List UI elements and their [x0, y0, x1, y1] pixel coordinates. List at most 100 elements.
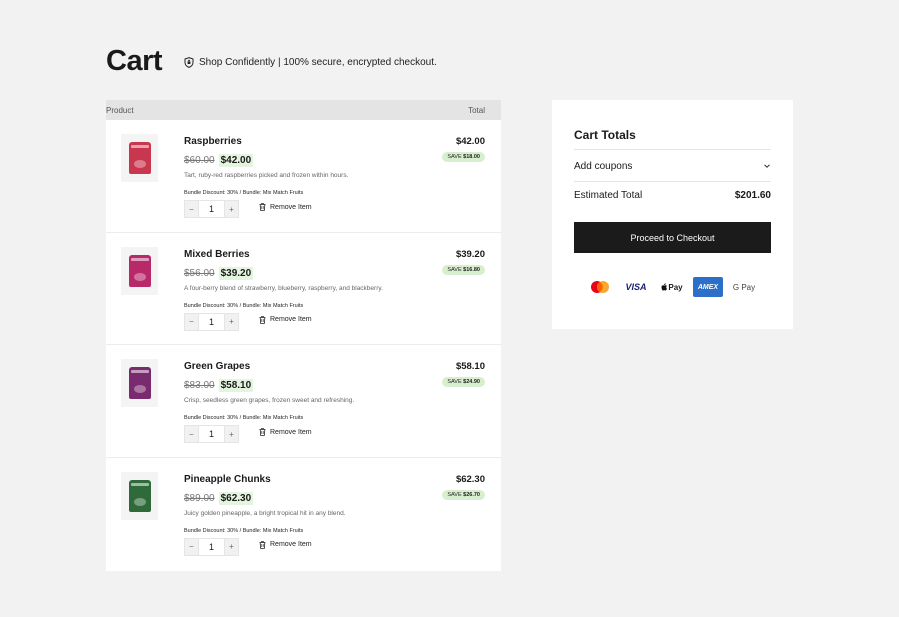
payment-methods: VISA Pay AMEX G Pay [585, 277, 759, 297]
discounted-price: $42.00 [218, 154, 254, 167]
add-coupons-toggle[interactable]: Add coupons [574, 158, 771, 174]
product-description: Juicy golden pineapple, a bright tropica… [184, 509, 346, 517]
product-prices: $89.00 $62.30 [184, 491, 254, 505]
quantity-stepper: − 1 + [184, 537, 239, 556]
savings-badge: SAVE $24.90 [442, 377, 485, 387]
header-total: Total [468, 105, 485, 115]
secure-text: Shop Confidently | 100% secure, encrypte… [199, 56, 437, 68]
product-prices: $60.00 $42.00 [184, 154, 254, 167]
savings-badge: SAVE $26.70 [442, 489, 485, 500]
product-pack-image [128, 479, 151, 512]
estimated-total-label: Estimated Total [574, 190, 643, 201]
divider [574, 181, 771, 182]
quantity-input[interactable]: 1 [199, 312, 224, 331]
shield-icon [184, 56, 194, 68]
increase-quantity-button[interactable]: + [224, 312, 239, 331]
remove-item-label: Remove Item [270, 541, 312, 548]
bundle-info: Bundle Discount: 30% / Bundle: Mix Match… [184, 415, 304, 421]
product-prices: $83.00 $58.10 [184, 379, 254, 392]
increase-quantity-button[interactable]: + [224, 537, 239, 556]
remove-item-button[interactable]: Remove Item [259, 540, 312, 549]
product-name[interactable]: Mixed Berries [184, 249, 250, 260]
remove-item-button[interactable]: Remove Item [259, 315, 312, 324]
page-title: Cart [106, 45, 163, 77]
google-pay-icon: G Pay [732, 282, 756, 292]
mastercard-icon [585, 277, 615, 297]
product-name[interactable]: Raspberries [184, 136, 242, 147]
quantity-input[interactable]: 1 [199, 425, 224, 443]
save-amount: $24.90 [463, 379, 480, 385]
estimated-total-row: Estimated Total $201.60 [574, 190, 771, 201]
visa-icon: VISA [625, 282, 647, 292]
save-amount: $26.70 [463, 491, 480, 498]
decrease-quantity-button[interactable]: − [184, 537, 199, 556]
save-label: SAVE [447, 154, 462, 160]
discounted-price: $39.20 [218, 266, 254, 280]
remove-item-button[interactable]: Remove Item [259, 203, 312, 211]
decrease-quantity-button[interactable]: − [184, 425, 199, 443]
apple-pay-icon: Pay [657, 277, 687, 297]
line-total: $42.00 [455, 136, 485, 147]
remove-item-label: Remove Item [270, 428, 312, 436]
savings-badge: SAVE $16.80 [442, 264, 485, 275]
trash-icon [259, 203, 266, 211]
product-name[interactable]: Green Grapes [184, 361, 250, 372]
product-pack-image [128, 254, 151, 287]
product-name[interactable]: Pineapple Chunks [184, 474, 271, 485]
cart-totals-panel: Cart Totals Add coupons Estimated Total … [552, 100, 793, 329]
quantity-input[interactable]: 1 [199, 537, 224, 556]
quantity-stepper: − 1 + [184, 312, 239, 331]
decrease-quantity-button[interactable]: − [184, 200, 199, 218]
quantity-input[interactable]: 1 [199, 200, 224, 218]
decrease-quantity-button[interactable]: − [184, 312, 199, 331]
product-thumbnail[interactable] [121, 471, 158, 520]
save-amount: $18.00 [463, 154, 480, 160]
page-header: Cart Shop Confidently | 100% secure, enc… [106, 44, 437, 78]
chevron-down-icon [764, 164, 770, 168]
bundle-info: Bundle Discount: 30% / Bundle: Mix Match… [184, 302, 304, 309]
remove-item-button[interactable]: Remove Item [259, 428, 312, 436]
line-total: $58.10 [455, 361, 485, 372]
line-total: $39.20 [455, 248, 485, 260]
cart-item: Mixed Berries $56.00 $39.20 A four-berry… [106, 233, 501, 345]
discounted-price: $58.10 [218, 379, 254, 392]
increase-quantity-button[interactable]: + [224, 425, 239, 443]
quantity-stepper: − 1 + [184, 200, 239, 218]
trash-icon [259, 315, 266, 324]
product-pack-image [128, 142, 151, 174]
product-thumbnail[interactable] [121, 359, 158, 407]
amex-icon: AMEX [693, 277, 723, 297]
original-price: $56.00 [184, 267, 215, 279]
original-price: $60.00 [184, 155, 215, 166]
save-label: SAVE [447, 379, 462, 385]
trash-icon [259, 428, 266, 436]
product-thumbnail[interactable] [121, 246, 158, 295]
cart-totals-title: Cart Totals [574, 128, 636, 142]
product-prices: $56.00 $39.20 [184, 266, 254, 280]
product-pack-image [128, 367, 151, 399]
divider [574, 149, 771, 150]
cart-table: Product Total Raspberries $60.00 $42.00 … [106, 100, 501, 571]
product-thumbnail[interactable] [121, 134, 158, 182]
bundle-info: Bundle Discount: 30% / Bundle: Mix Match… [184, 190, 304, 196]
cart-item: Pineapple Chunks $89.00 $62.30 Juicy gol… [106, 458, 501, 571]
bundle-info: Bundle Discount: 30% / Bundle: Mix Match… [184, 527, 304, 534]
proceed-to-checkout-button[interactable]: Proceed to Checkout [574, 222, 771, 253]
cart-item: Green Grapes $83.00 $58.10 Crisp, seedle… [106, 345, 501, 458]
remove-item-label: Remove Item [270, 316, 312, 323]
save-label: SAVE [447, 491, 462, 498]
cart-table-header: Product Total [106, 100, 501, 120]
original-price: $89.00 [184, 492, 215, 504]
cart-item: Raspberries $60.00 $42.00 Tart, ruby-red… [106, 120, 501, 233]
apple-pay-label: Pay [668, 282, 683, 292]
apple-logo-icon [661, 283, 668, 291]
increase-quantity-button[interactable]: + [224, 200, 239, 218]
add-coupons-label: Add coupons [574, 160, 633, 172]
discounted-price: $62.30 [218, 491, 254, 505]
product-description: Crisp, seedless green grapes, frozen swe… [184, 397, 355, 404]
product-description: Tart, ruby-red raspberries picked and fr… [184, 172, 349, 179]
save-label: SAVE [447, 266, 462, 273]
secure-notice: Shop Confidently | 100% secure, encrypte… [184, 57, 437, 68]
original-price: $83.00 [184, 380, 215, 391]
remove-item-label: Remove Item [270, 203, 312, 211]
